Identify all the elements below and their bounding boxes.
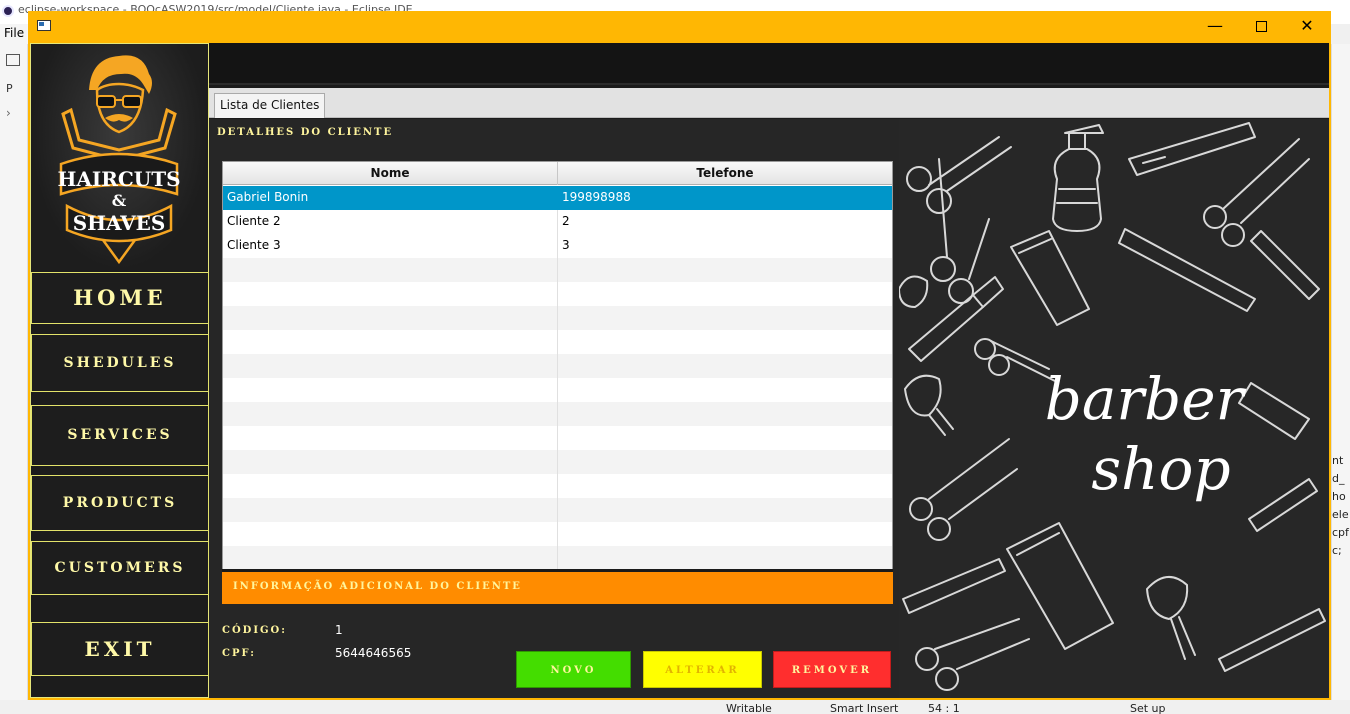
clients-table[interactable]: Nome Telefone Gabriel Bonin 199898988 Cl… [222,161,893,581]
ide-right-fragment: cpf [1332,526,1349,539]
minimize-button[interactable]: — [1192,11,1238,42]
table-row[interactable]: Cliente 2 2 [223,210,892,234]
cell-nome: Cliente 2 [223,210,558,234]
maximize-button[interactable] [1238,11,1284,42]
barber-shop-image: barber shop [899,119,1329,698]
table-row[interactable]: Cliente 3 3 [223,234,892,258]
tab-lista-de-clientes[interactable]: Lista de Clientes [214,93,326,118]
cell-telefone: 3 [562,238,570,252]
cell-telefone: 199898988 [562,190,631,204]
table-row[interactable]: Gabriel Bonin 199898988 [223,186,892,210]
status-writable: Writable [726,702,772,714]
empty-table-row [223,306,892,330]
barbershop-logo: HAIRCUTS & SHAVES [31,44,208,270]
nav-home-button[interactable]: HOME [31,272,209,324]
column-header-telefone[interactable]: Telefone [558,162,892,185]
window-title-bar[interactable]: — ✕ [28,11,1331,42]
ide-right-panel: nt d_ ho ele cpf c; [1331,44,1350,704]
nav-products-button[interactable]: PRODUCTS [31,475,209,531]
status-extra: Set up [1130,702,1166,714]
nav-customers-button[interactable]: CUSTOMERS [31,541,209,595]
cell-telefone: 2 [562,214,570,228]
empty-table-row [223,450,892,474]
cpf-value: 5644646565 [335,646,412,660]
status-insert-mode: Smart Insert [830,702,899,714]
client-details-panel: DETALHES DO CLIENTE Nome Telefone Gabrie… [209,119,899,698]
eclipse-icon [2,5,14,17]
chevron-right-icon[interactable]: › [6,106,11,120]
novo-button[interactable]: NOVO [516,651,631,688]
nav-exit-button[interactable]: EXIT [31,622,209,676]
ide-right-fragment: ho [1332,490,1346,503]
top-bar [209,43,1329,85]
barber-text: barber [1045,365,1247,433]
nav-schedules-button[interactable]: SHEDULES [31,334,209,392]
info-title: INFORMAÇÃO ADICIONAL DO CLIENTE [233,581,522,592]
logo-line1: HAIRCUTS [57,167,180,191]
alterar-button[interactable]: ALTERAR [643,651,762,688]
empty-table-row [223,426,892,450]
ide-right-fragment: c; [1332,544,1342,557]
codigo-label: CÓDIGO: [222,625,287,636]
table-header: Nome Telefone [223,162,892,185]
cpf-label: CPF: [222,648,256,659]
tab-strip: Lista de Clientes [209,88,1329,118]
ide-menu-file[interactable]: File [0,24,30,44]
remover-button[interactable]: REMOVER [773,651,891,688]
app-window: — ✕ HAIRCUTS & SHAVES HOME SHEDULES SERV… [28,11,1331,700]
empty-table-row [223,354,892,378]
cell-nome: Cliente 3 [223,234,558,258]
empty-table-row [223,474,892,498]
ide-right-fragment: d_ [1332,472,1345,485]
column-header-nome[interactable]: Nome [223,162,558,185]
shop-text: shop [1091,435,1230,503]
nav-services-button[interactable]: SERVICES [31,405,209,466]
close-button[interactable]: ✕ [1284,11,1330,42]
barbershop-logo-graphic: HAIRCUTS & SHAVES [57,55,181,265]
package-explorer-icon[interactable] [6,54,20,66]
barber-shop-artwork: barber shop [899,119,1329,698]
empty-table-row [223,330,892,354]
sidebar: HAIRCUTS & SHAVES HOME SHEDULES SERVICES… [30,43,209,698]
window-app-icon [37,20,51,31]
details-title: DETALHES DO CLIENTE [217,127,394,138]
ide-right-fragment: ele [1332,508,1349,521]
empty-table-row [223,282,892,306]
ide-left-panel: P › [0,44,28,704]
ide-right-fragment: nt [1332,454,1344,467]
table-body: Gabriel Bonin 199898988 Cliente 2 2 Clie… [223,186,892,580]
empty-table-row [223,546,892,570]
app-content: HAIRCUTS & SHAVES HOME SHEDULES SERVICES… [30,43,1329,698]
cell-nome: Gabriel Bonin [223,186,558,210]
codigo-value: 1 [335,623,343,637]
empty-table-row [223,258,892,282]
ide-left-label: P [6,82,13,95]
empty-table-row [223,522,892,546]
empty-table-row [223,402,892,426]
info-header: INFORMAÇÃO ADICIONAL DO CLIENTE [222,569,893,604]
maximize-icon [1255,21,1267,32]
ide-status-bar: Writable Smart Insert 54 : 1 Set up [0,700,1350,714]
logo-line3: SHAVES [73,211,166,235]
status-cursor-position: 54 : 1 [928,702,960,714]
empty-table-row [223,498,892,522]
empty-table-row [223,378,892,402]
logo-line2: & [112,191,127,210]
